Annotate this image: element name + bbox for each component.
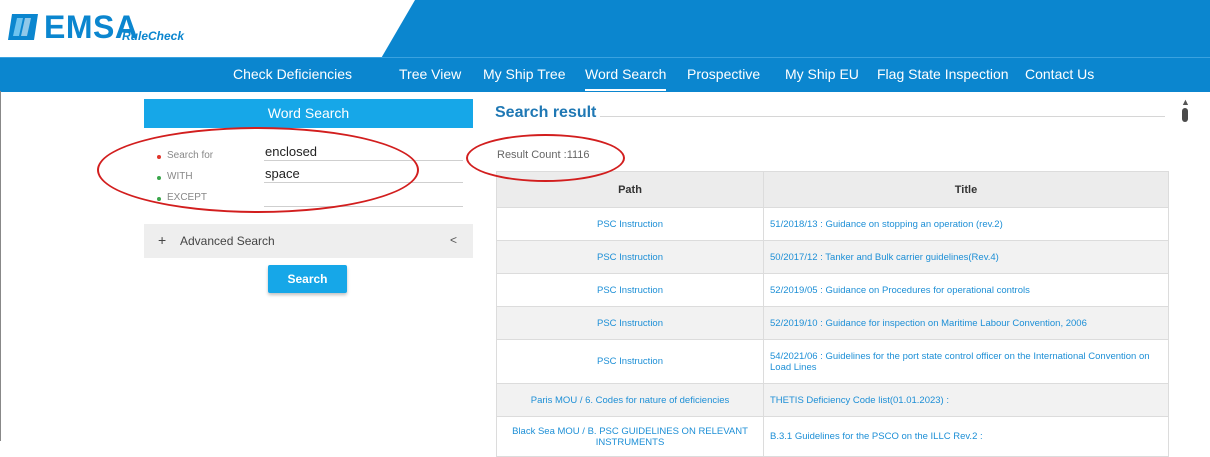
table-row: PSC Instruction 52/2019/10 : Guidance fo… [496, 306, 1169, 340]
table-row: PSC Instruction 52/2019/05 : Guidance on… [496, 273, 1169, 307]
row-path-link[interactable]: Paris MOU / 6. Codes for nature of defic… [496, 383, 764, 417]
brand-subtitle: RuleCheck [122, 29, 185, 43]
row-path-link[interactable]: PSC Instruction [496, 339, 764, 384]
row-title-link[interactable]: 54/2021/06 : Guidelines for the port sta… [763, 339, 1169, 384]
chevron-left-icon: < [450, 233, 458, 247]
column-header-path: Path [496, 171, 764, 208]
row-title-link[interactable]: THETIS Deficiency Code list(01.01.2023) … [763, 383, 1169, 417]
table-row: Paris MOU / 6. Codes for nature of defic… [496, 383, 1169, 417]
row-title-link[interactable]: 52/2019/05 : Guidance on Procedures for … [763, 273, 1169, 307]
table-row: Black Sea MOU / B. PSC GUIDELINES ON REL… [496, 416, 1169, 457]
word-search-panel-title: Word Search [144, 99, 473, 128]
advanced-search-label: Advanced Search [180, 234, 275, 248]
nav-flag-state-inspection[interactable]: Flag State Inspection [877, 58, 1009, 91]
page-edge-divider [0, 91, 1, 441]
row-path-link[interactable]: PSC Instruction [496, 306, 764, 340]
row-title-link[interactable]: 52/2019/10 : Guidance for inspection on … [763, 306, 1169, 340]
nav-tree-view[interactable]: Tree View [399, 58, 461, 91]
row-title-link[interactable]: 50/2017/12 : Tanker and Bulk carrier gui… [763, 240, 1169, 274]
table-row: PSC Instruction 50/2017/12 : Tanker and … [496, 240, 1169, 274]
except-label: EXCEPT [167, 192, 208, 203]
row-path-link[interactable]: PSC Instruction [496, 240, 764, 274]
scroll-up-arrow-icon[interactable]: ▲ [1181, 97, 1190, 107]
advanced-search-toggle[interactable]: + Advanced Search < [144, 224, 473, 258]
row-title-link[interactable]: 51/2018/13 : Guidance on stopping an ope… [763, 207, 1169, 241]
with-label: WITH [167, 171, 193, 182]
nav-word-search[interactable]: Word Search [585, 58, 667, 91]
title-divider [600, 116, 1165, 117]
nav-prospective[interactable]: Prospective [687, 58, 760, 91]
results-table: Path Title PSC Instruction 51/2018/13 : … [496, 171, 1169, 457]
main-nav: Check Deficiencies Tree View My Ship Tre… [0, 57, 1210, 92]
nav-contact-us[interactable]: Contact Us [1025, 58, 1094, 91]
optional-dot-icon [157, 176, 161, 180]
plus-icon: + [158, 232, 167, 248]
search-for-label: Search for [167, 150, 214, 161]
nav-my-ship-tree[interactable]: My Ship Tree [483, 58, 565, 91]
scrollbar-thumb[interactable] [1182, 108, 1188, 122]
optional-dot-icon [157, 197, 161, 201]
table-header-row: Path Title [496, 171, 1169, 208]
nav-my-ship-eu[interactable]: My Ship EU [785, 58, 859, 91]
table-row: PSC Instruction 51/2018/13 : Guidance on… [496, 207, 1169, 241]
search-button[interactable]: Search [268, 265, 347, 293]
row-path-link[interactable]: PSC Instruction [496, 207, 764, 241]
search-result-title: Search result [495, 104, 597, 121]
row-title-link[interactable]: B.3.1 Guidelines for the PSCO on the ILL… [763, 416, 1169, 457]
row-path-link[interactable]: Black Sea MOU / B. PSC GUIDELINES ON REL… [496, 416, 764, 457]
required-dot-icon [157, 155, 161, 159]
result-count: Result Count :1116 [497, 149, 590, 161]
logo-area[interactable]: EMSA RuleCheck [0, 0, 415, 57]
emsa-logo-icon [8, 14, 38, 40]
with-input[interactable] [264, 164, 463, 183]
nav-check-deficiencies[interactable]: Check Deficiencies [233, 58, 352, 91]
search-for-input[interactable] [264, 142, 463, 161]
column-header-title: Title [763, 171, 1169, 208]
except-input[interactable] [264, 188, 463, 207]
row-path-link[interactable]: PSC Instruction [496, 273, 764, 307]
table-row: PSC Instruction 54/2021/06 : Guidelines … [496, 339, 1169, 384]
